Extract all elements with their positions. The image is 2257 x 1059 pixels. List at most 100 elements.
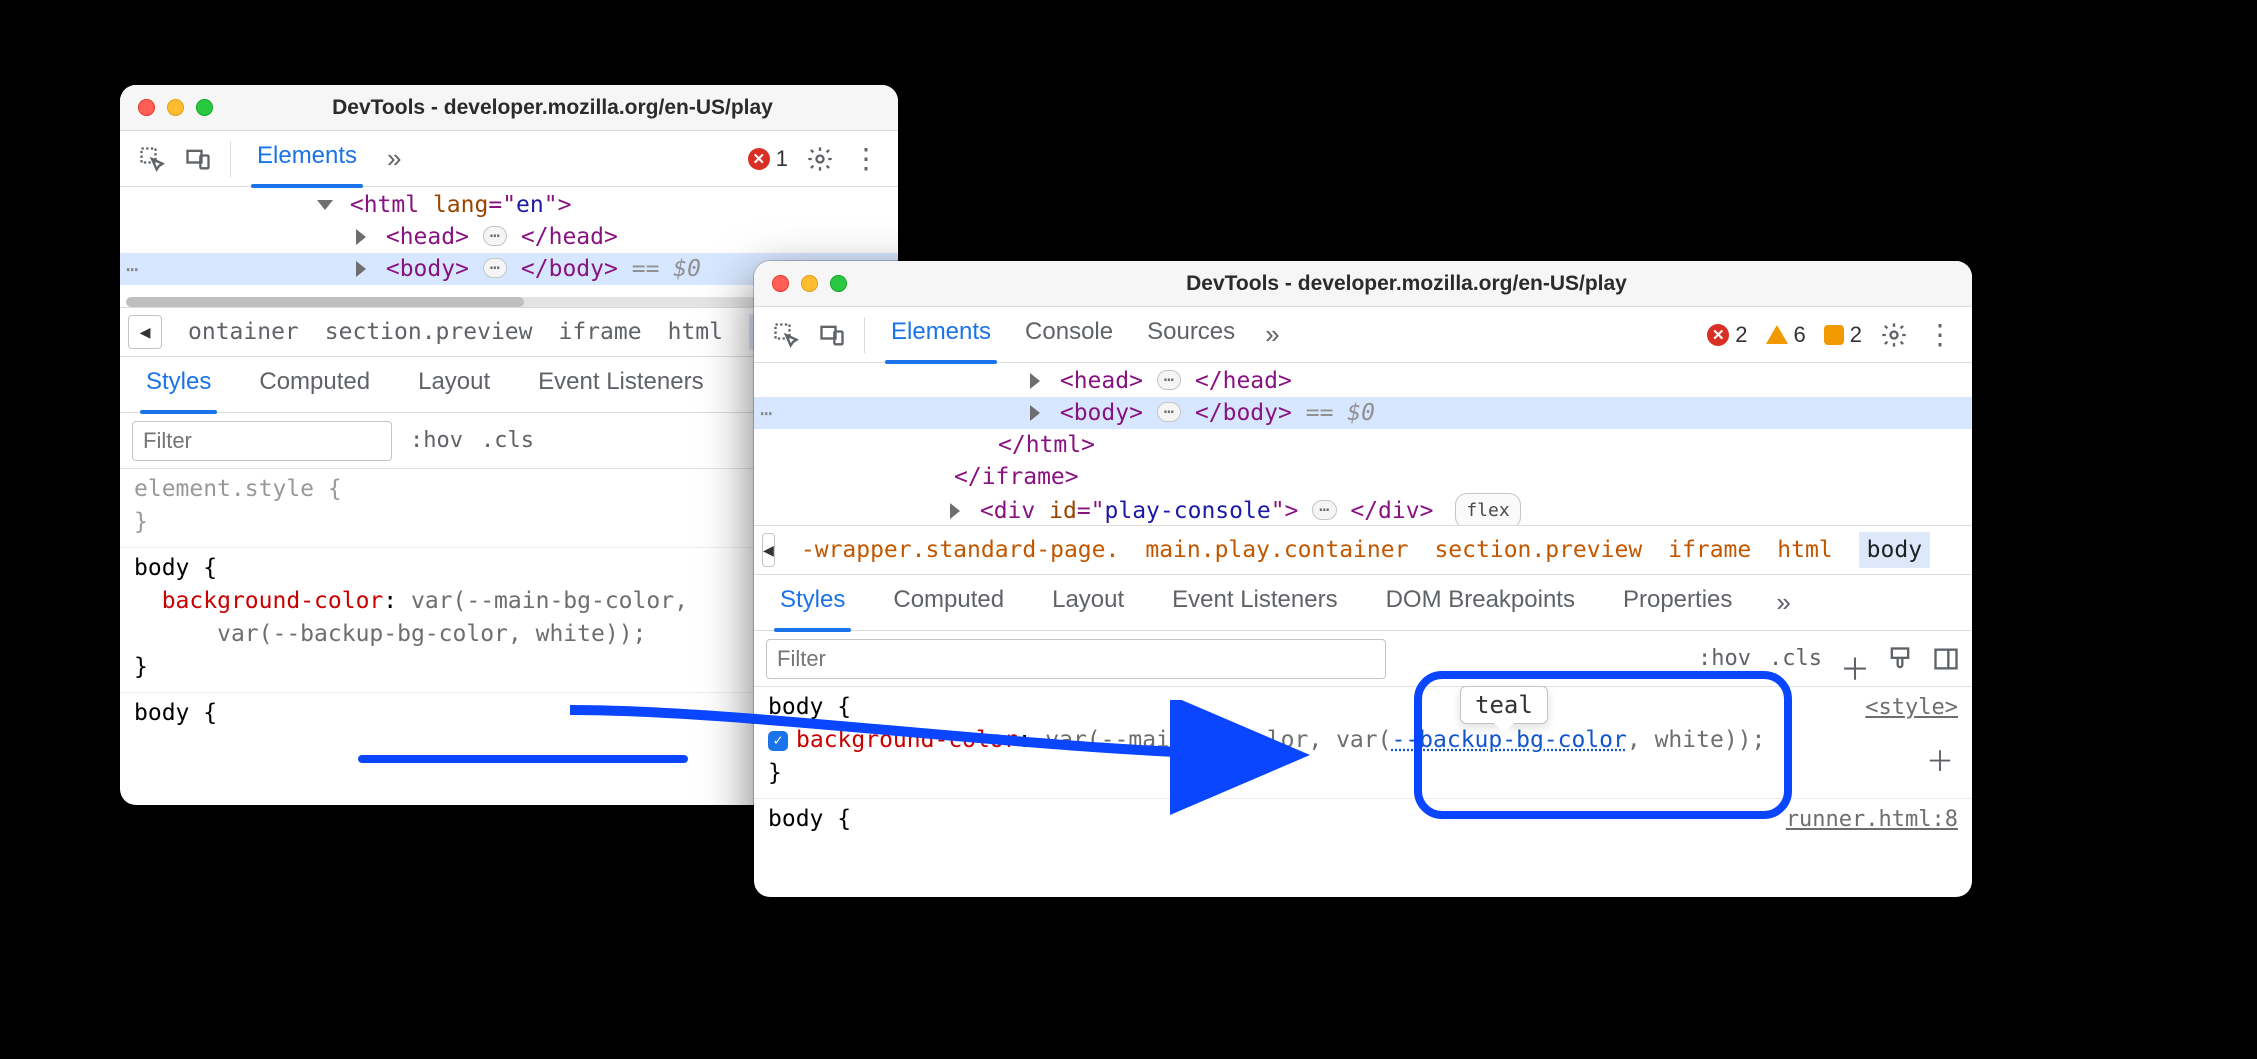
- computed-styles-panel-icon[interactable]: [1932, 645, 1960, 673]
- collapsed-ellipsis-icon[interactable]: ⋯: [1157, 402, 1181, 422]
- collapsed-ellipsis-icon[interactable]: ⋯: [483, 226, 507, 246]
- minimize-dot[interactable]: [167, 99, 184, 116]
- stylesheet-source[interactable]: <style>: [1865, 691, 1958, 724]
- collapsed-ellipsis-icon[interactable]: ⋯: [1157, 370, 1181, 390]
- subtab-properties[interactable]: Properties: [1615, 580, 1740, 626]
- inspect-icon[interactable]: [138, 145, 166, 173]
- warning-icon: [1766, 325, 1788, 344]
- error-count-value: 2: [1735, 322, 1747, 348]
- expand-caret-icon[interactable]: [950, 503, 960, 519]
- add-property-plus-icon[interactable]: ＋: [1926, 745, 1954, 778]
- selector: body {: [134, 555, 217, 581]
- head-open-tag: <head>: [386, 224, 469, 250]
- more-subtabs-chevron-icon[interactable]: »: [1772, 587, 1794, 618]
- breadcrumb: ◀ -wrapper.standard-page. main.play.cont…: [754, 525, 1972, 575]
- styles-filter-input[interactable]: [132, 421, 392, 461]
- selector: body {: [768, 806, 851, 832]
- head-close-tag: </head>: [521, 224, 618, 250]
- window-title: DevTools - developer.mozilla.org/en-US/p…: [859, 272, 1954, 296]
- css-var-tooltip: teal: [1460, 686, 1548, 724]
- dom-tree[interactable]: <head> ⋯ </head> ⋯ <body> ⋯ </body> == $…: [754, 363, 1972, 525]
- minimize-dot[interactable]: [801, 275, 818, 292]
- stylesheet-source[interactable]: runner.html:8: [1786, 803, 1958, 836]
- breadcrumb-item[interactable]: iframe: [1668, 537, 1751, 563]
- css-rule-body-next[interactable]: runner.html:8 body {: [754, 799, 1972, 844]
- settings-gear-icon[interactable]: [806, 145, 834, 173]
- info-count-value: 2: [1850, 322, 1862, 348]
- subtab-computed[interactable]: Computed: [251, 362, 378, 408]
- zoom-dot[interactable]: [196, 99, 213, 116]
- subtab-styles[interactable]: Styles: [138, 362, 219, 408]
- close-dot[interactable]: [772, 275, 789, 292]
- warning-count[interactable]: 6: [1766, 322, 1806, 348]
- kebab-menu-icon[interactable]: ⋮: [852, 145, 880, 173]
- breadcrumb-item[interactable]: section.preview: [325, 319, 533, 345]
- css-property-name: background-color: [796, 727, 1018, 753]
- selector: body {: [768, 694, 851, 720]
- more-tabs-chevron-icon[interactable]: »: [383, 143, 405, 174]
- info-count[interactable]: 2: [1824, 322, 1862, 348]
- breadcrumb-item[interactable]: main.play.container: [1145, 537, 1408, 563]
- hov-toggle[interactable]: :hov: [1698, 646, 1751, 671]
- tab-sources[interactable]: Sources: [1139, 312, 1243, 358]
- error-count[interactable]: ✕ 2: [1707, 322, 1747, 348]
- breadcrumb-item[interactable]: html: [1777, 537, 1832, 563]
- zoom-dot[interactable]: [830, 275, 847, 292]
- paint-brush-icon[interactable]: [1886, 645, 1914, 673]
- separator: [230, 141, 231, 177]
- cls-toggle[interactable]: .cls: [1769, 646, 1822, 671]
- breadcrumb-item[interactable]: iframe: [559, 319, 642, 345]
- css-rule-body[interactable]: <style> body { ✓background-color: var(--…: [754, 687, 1972, 799]
- more-tabs-chevron-icon[interactable]: »: [1261, 319, 1283, 350]
- breadcrumb-item[interactable]: -wrapper.standard-page.: [801, 537, 1120, 563]
- expand-caret-icon[interactable]: [356, 261, 366, 277]
- tab-elements[interactable]: Elements: [883, 312, 999, 358]
- breadcrumb-item[interactable]: html: [668, 319, 723, 345]
- main-toolbar: Elements Console Sources » ✕ 2 6 2 ⋮: [754, 307, 1972, 363]
- flex-badge[interactable]: flex: [1455, 493, 1520, 525]
- annotation-underline: [358, 755, 688, 763]
- property-enable-checkbox[interactable]: ✓: [768, 731, 788, 751]
- subtab-computed[interactable]: Computed: [885, 580, 1012, 626]
- cls-toggle[interactable]: .cls: [481, 428, 534, 453]
- kebab-menu-icon[interactable]: ⋮: [1926, 321, 1954, 349]
- expand-caret-icon[interactable]: [1030, 373, 1040, 389]
- subtab-dom-breakpoints[interactable]: DOM Breakpoints: [1378, 580, 1583, 626]
- error-count-value: 1: [776, 146, 788, 172]
- expand-caret-icon[interactable]: [1030, 405, 1040, 421]
- device-icon[interactable]: [818, 321, 846, 349]
- hov-toggle[interactable]: :hov: [410, 428, 463, 453]
- expand-caret-icon[interactable]: [356, 229, 366, 245]
- selector: body {: [134, 700, 217, 726]
- inspect-icon[interactable]: [772, 321, 800, 349]
- css-property-name: background-color: [162, 588, 384, 614]
- error-count[interactable]: ✕ 1: [748, 146, 788, 172]
- subtab-event-listeners[interactable]: Event Listeners: [1164, 580, 1345, 626]
- styles-toolbar: :hov .cls ＋: [754, 631, 1972, 687]
- collapsed-ellipsis-icon[interactable]: ⋯: [483, 258, 507, 278]
- breadcrumb-prev-button[interactable]: ◀: [128, 315, 162, 349]
- settings-gear-icon[interactable]: [1880, 321, 1908, 349]
- error-icon: ✕: [748, 148, 770, 170]
- subtab-event-listeners[interactable]: Event Listeners: [530, 362, 711, 408]
- breadcrumb-item-selected[interactable]: body: [1859, 532, 1930, 568]
- traffic-lights: [772, 275, 847, 292]
- expand-caret-icon[interactable]: [317, 200, 333, 210]
- close-dot[interactable]: [138, 99, 155, 116]
- main-toolbar: Elements » ✕ 1 ⋮: [120, 131, 898, 187]
- subtab-layout[interactable]: Layout: [410, 362, 498, 408]
- breadcrumb-item[interactable]: section.preview: [1434, 537, 1642, 563]
- css-var-fn: var(: [411, 588, 466, 614]
- tab-console[interactable]: Console: [1017, 312, 1121, 358]
- styles-filter-input[interactable]: [766, 639, 1386, 679]
- css-var-name: --main-bg-color: [1101, 727, 1309, 753]
- breadcrumb-item[interactable]: ontainer: [188, 319, 299, 345]
- device-icon[interactable]: [184, 145, 212, 173]
- subtab-styles[interactable]: Styles: [772, 580, 853, 626]
- breadcrumb-prev-button[interactable]: ◀: [762, 533, 775, 567]
- devtools-window-right: DevTools - developer.mozilla.org/en-US/p…: [754, 261, 1972, 897]
- collapsed-ellipsis-icon[interactable]: ⋯: [1312, 500, 1336, 520]
- tab-elements[interactable]: Elements: [249, 136, 365, 182]
- new-rule-plus-icon[interactable]: ＋: [1840, 645, 1868, 673]
- subtab-layout[interactable]: Layout: [1044, 580, 1132, 626]
